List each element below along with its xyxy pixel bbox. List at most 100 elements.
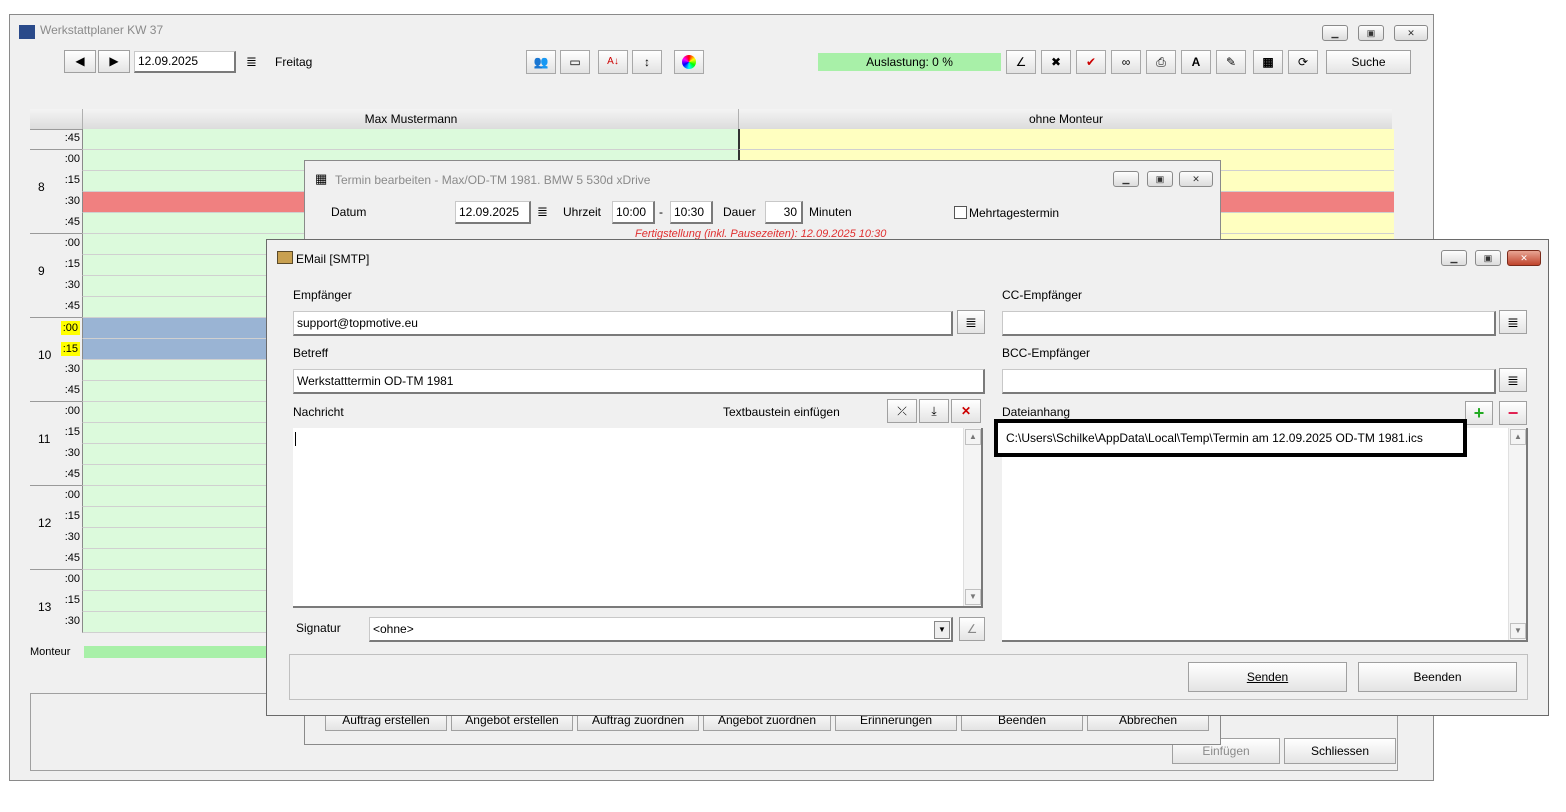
workers-icon[interactable]: 👥 [526,50,556,74]
add-attachment-button[interactable]: + [1465,401,1493,425]
von-field[interactable]: 10:00 [612,201,655,224]
signatur-select[interactable]: <ohne> [369,617,953,642]
time-slot-label: :30 [30,276,82,297]
time-slot-text: :00 [64,489,80,501]
remove-attachment-button[interactable]: − [1499,401,1527,425]
datum-list-icon[interactable]: ≣ [537,204,548,220]
column-header-ohne[interactable]: ohne Monteur [738,109,1393,129]
signatur-dropdown-icon[interactable]: ▼ [934,621,950,639]
vertical-resize-icon[interactable]: ↕ [632,50,662,74]
bcc-list-button[interactable]: ≣ [1499,368,1527,392]
time-slot-label: :45 [30,465,82,486]
time-slot-label: :00 [30,402,82,423]
time-slot-label: :45 [30,129,82,150]
textbaustein-insert-button[interactable]: ⤓ [919,399,949,423]
maximize-button[interactable]: ▣ [1358,25,1384,41]
textbaustein-collapse-button[interactable]: ⤫ [887,399,917,423]
grid-header: Max Mustermann ohne Monteur [30,109,1392,130]
senden-button[interactable]: Senden [1188,662,1347,692]
suche-button[interactable]: Suche [1326,50,1411,74]
font-icon[interactable]: A [1181,50,1211,74]
time-slot-label: :00 [30,570,82,591]
time-slot-text: :30 [64,447,80,459]
empfaenger-list-button[interactable]: ≣ [957,310,985,334]
color-wheel-icon[interactable] [674,50,704,74]
datum-label: Datum [331,205,367,219]
attachment-scrollbar[interactable]: ▲ ▼ [1508,428,1526,640]
datum-field[interactable]: 12.09.2025 [455,201,531,224]
time-slot-text: :45 [64,300,80,312]
schliessen-button[interactable]: Schliessen [1284,738,1396,764]
hour-label: 13 [38,599,52,614]
binoculars-icon[interactable]: ∞ [1111,50,1141,74]
mehrtages-label: Mehrtagestermin [969,206,1060,220]
time-slot-label: :45 [30,381,82,402]
email-icon [277,251,293,264]
time-slot-text: :30 [64,195,80,207]
next-day-button[interactable]: ▶ [98,50,130,73]
date-list-icon[interactable]: ≣ [246,54,257,70]
termin-minimize-button[interactable]: ▁ [1113,171,1139,187]
nachricht-textarea[interactable]: ▲ ▼ [293,428,983,608]
email-beenden-button[interactable]: Beenden [1358,662,1517,692]
time-slot-text: :45 [64,216,80,228]
time-dash: - [659,205,663,219]
termin-maximize-button[interactable]: ▣ [1147,171,1173,187]
attach-scroll-down-icon[interactable]: ▼ [1510,623,1526,639]
grid-cell-ohne[interactable] [738,129,1394,150]
email-window: EMail [SMTP] ▁ ▣ ✕ Empfänger support@top… [266,239,1549,716]
signatur-label: Signatur [296,621,341,635]
print-icon[interactable]: ⎙ [1146,50,1176,74]
time-slot-text: :00 [60,321,80,335]
email-close-button[interactable]: ✕ [1507,250,1541,266]
mehrtages-checkbox[interactable] [954,206,967,219]
time-slot-label: :30 [30,444,82,465]
scroll-down-icon[interactable]: ▼ [965,589,981,605]
attachment-item[interactable]: C:\Users\Schilke\AppData\Local\Temp\Term… [994,419,1467,457]
time-slot-text: :30 [64,279,80,291]
auslastung-bar: Auslastung: 0 % [818,53,1001,71]
time-slot-text: :15 [64,174,80,186]
nachricht-scrollbar[interactable]: ▲ ▼ [963,428,981,606]
email-maximize-button[interactable]: ▣ [1475,250,1501,266]
empfaenger-field[interactable]: support@topmotive.eu [293,311,953,336]
cc-list-button[interactable]: ≣ [1499,310,1527,334]
dauer-field[interactable]: 30 [765,201,803,224]
minimize-button[interactable]: ▁ [1322,25,1348,41]
date-field[interactable]: 12.09.2025 [134,51,236,73]
uhrzeit-label: Uhrzeit [563,205,602,219]
signatur-edit-button[interactable]: ∠ [959,617,985,641]
time-slot-text: :00 [64,237,80,249]
email-minimize-button[interactable]: ▁ [1441,250,1467,266]
time-slot-text: :30 [64,363,80,375]
table-view-icon[interactable]: ▦ [1253,50,1283,74]
betreff-field[interactable]: Werkstatttermin OD-TM 1981 [293,369,985,394]
bcc-field[interactable] [1002,369,1496,394]
refresh-icon[interactable]: ⟳ [1288,50,1318,74]
sort-az-icon[interactable]: A↓ [598,50,628,74]
column-header-max[interactable]: Max Mustermann [82,109,739,129]
checklist-icon[interactable]: ✔ [1076,50,1106,74]
tools-icon[interactable]: ✎ [1216,50,1246,74]
attach-scroll-up-icon[interactable]: ▲ [1510,429,1526,445]
hour-separator [30,569,82,570]
bis-field[interactable]: 10:30 [670,201,713,224]
termin-close-button[interactable]: ✕ [1179,171,1213,187]
edit-icon[interactable]: ∠ [1006,50,1036,74]
scroll-up-icon[interactable]: ▲ [965,429,981,445]
time-slot-text: :45 [64,552,80,564]
time-slot-text: :45 [64,132,80,144]
time-slot-label: :30 [30,528,82,549]
attachment-list[interactable]: ▲ ▼ [1002,428,1528,642]
prev-day-button[interactable]: ◀ [64,50,96,73]
textbaustein-delete-button[interactable]: ✕ [951,399,981,423]
hour-label: 11 [38,431,51,446]
grid-cell-max[interactable] [82,129,739,150]
time-slot-label: :45 [30,213,82,234]
close-button[interactable]: ✕ [1394,25,1428,41]
cc-field[interactable] [1002,311,1496,336]
hour-label: 9 [38,263,45,278]
delete-icon[interactable]: ✖ [1041,50,1071,74]
dateianhang-label: Dateianhang [1002,405,1071,419]
calendar-icon[interactable]: ▭ [560,50,590,74]
